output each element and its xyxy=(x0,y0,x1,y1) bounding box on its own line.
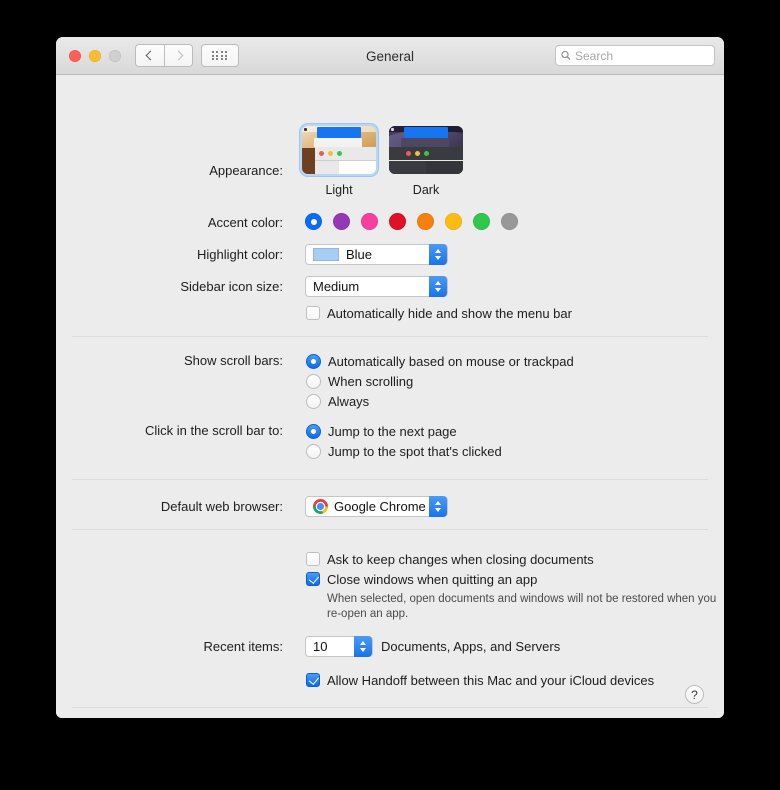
recent-items-suffix: Documents, Apps, and Servers xyxy=(381,639,561,654)
click-scroll-next-page[interactable]: Jump to the next page xyxy=(306,421,502,441)
accent-swatch-pink[interactable] xyxy=(361,213,378,230)
recent-items-label-wrap: Recent items: xyxy=(56,639,283,654)
dark-preview xyxy=(389,126,463,174)
search-field[interactable] xyxy=(555,45,715,66)
show-scroll-bars-label: Show scroll bars: xyxy=(184,353,283,368)
default-browser-popup[interactable]: Google Chrome xyxy=(305,496,448,517)
click-scroll-spot-clicked-radio[interactable] xyxy=(306,443,321,459)
accent-swatch-orange[interactable] xyxy=(417,213,434,230)
appearance-dark-caption: Dark xyxy=(412,183,440,197)
highlight-color-chip xyxy=(313,248,339,261)
handoff-checkbox[interactable] xyxy=(306,673,320,687)
handoff-row[interactable]: Allow Handoff between this Mac and your … xyxy=(306,670,654,690)
sidebar-icon-size-label-wrap: Sidebar icon size: xyxy=(56,279,283,294)
auto-hide-menubar-row[interactable]: Automatically hide and show the menu bar xyxy=(306,303,572,323)
scrollbar-when-scrolling-label: When scrolling xyxy=(328,373,414,389)
accent-swatch-green[interactable] xyxy=(473,213,490,230)
appearance-dark-thumbnail[interactable] xyxy=(386,123,466,177)
default-browser-stepper[interactable] xyxy=(429,496,447,517)
accent-color-label: Accent color: xyxy=(207,215,283,230)
highlight-color-value: Blue xyxy=(346,247,373,262)
click-scroll-next-page-label: Jump to the next page xyxy=(328,423,457,439)
light-preview xyxy=(302,126,376,174)
sidebar-icon-size-popup[interactable]: Medium xyxy=(305,276,448,297)
highlight-color-popup[interactable]: Blue xyxy=(305,244,448,265)
ask-keep-changes-label: Ask to keep changes when closing documen… xyxy=(327,551,594,567)
handoff-label: Allow Handoff between this Mac and your … xyxy=(327,672,655,688)
scrollbar-always-label: Always xyxy=(328,393,370,409)
click-scroll-bar-label: Click in the scroll bar to: xyxy=(145,423,283,438)
scrollbar-auto-label: Automatically based on mouse or trackpad xyxy=(328,353,574,369)
click-scroll-spot-clicked[interactable]: Jump to the spot that's clicked xyxy=(306,441,502,461)
close-windows-checkbox[interactable] xyxy=(306,572,320,586)
recent-items-label: Recent items: xyxy=(203,639,283,654)
show-scroll-bars-group[interactable]: Automatically based on mouse or trackpad… xyxy=(306,351,574,411)
auto-hide-menubar-checkbox[interactable] xyxy=(306,306,320,320)
close-windows-row[interactable]: Close windows when quitting an app xyxy=(306,569,537,589)
auto-hide-menubar-label: Automatically hide and show the menu bar xyxy=(327,305,572,321)
sidebar-icon-size-stepper[interactable] xyxy=(429,276,447,297)
accent-swatch-red[interactable] xyxy=(389,213,406,230)
system-preferences-window: General Appearance: xyxy=(56,37,724,718)
scrollbar-always-radio[interactable] xyxy=(306,393,321,409)
click-scroll-bar-label-wrap: Click in the scroll bar to: xyxy=(56,423,283,438)
divider-2 xyxy=(72,479,708,480)
close-windows-note: When selected, open documents and window… xyxy=(327,593,717,620)
appearance-light-caption: Light xyxy=(325,183,353,197)
ask-keep-changes-row[interactable]: Ask to keep changes when closing documen… xyxy=(306,549,594,569)
scrollbar-when-scrolling-radio[interactable] xyxy=(306,373,321,389)
window-titlebar: General xyxy=(56,37,724,75)
highlight-color-label-wrap: Highlight color: xyxy=(56,247,283,262)
recent-items-popup[interactable]: 10 xyxy=(305,636,373,657)
divider-3 xyxy=(72,529,708,530)
scrollbar-option-when-scrolling[interactable]: When scrolling xyxy=(306,371,574,391)
scrollbar-option-always[interactable]: Always xyxy=(306,391,574,411)
highlight-color-stepper[interactable] xyxy=(429,244,447,265)
default-browser-label: Default web browser: xyxy=(160,499,283,514)
recent-items-stepper[interactable] xyxy=(354,636,372,657)
search-icon xyxy=(561,50,571,61)
ask-keep-changes-checkbox[interactable] xyxy=(306,552,320,566)
scrollbar-option-auto[interactable]: Automatically based on mouse or trackpad xyxy=(306,351,574,371)
accent-color-label-wrap: Accent color: xyxy=(56,215,283,230)
preferences-content: Appearance: Light Dark Accent color: Hig… xyxy=(56,75,724,718)
accent-swatch-yellow[interactable] xyxy=(445,213,462,230)
appearance-label-wrap: Appearance: xyxy=(56,163,283,178)
appearance-option-dark[interactable]: Dark xyxy=(386,123,466,197)
default-browser-label-wrap: Default web browser: xyxy=(56,499,283,514)
accent-color-swatches[interactable] xyxy=(305,213,518,230)
recent-items-value: 10 xyxy=(313,639,328,654)
sidebar-icon-size-label: Sidebar icon size: xyxy=(180,279,283,294)
appearance-light-thumbnail[interactable] xyxy=(299,123,379,177)
accent-swatch-purple[interactable] xyxy=(333,213,350,230)
appearance-option-light[interactable]: Light xyxy=(299,123,379,197)
help-button[interactable]: ? xyxy=(685,685,704,704)
highlight-color-label: Highlight color: xyxy=(197,247,283,262)
chrome-icon xyxy=(313,499,328,514)
search-input[interactable] xyxy=(574,48,709,63)
sidebar-icon-size-value: Medium xyxy=(313,279,360,294)
default-browser-value: Google Chrome xyxy=(334,499,426,514)
accent-swatch-blue[interactable] xyxy=(305,213,322,230)
click-scroll-spot-clicked-label: Jump to the spot that's clicked xyxy=(328,443,502,459)
scrollbar-auto-radio[interactable] xyxy=(306,353,321,369)
show-scroll-bars-label-wrap: Show scroll bars: xyxy=(56,353,283,368)
divider-4 xyxy=(72,707,708,708)
accent-swatch-graphite[interactable] xyxy=(501,213,518,230)
divider-1 xyxy=(72,336,708,337)
appearance-label: Appearance: xyxy=(209,163,283,178)
click-scroll-bar-group[interactable]: Jump to the next page Jump to the spot t… xyxy=(306,421,502,461)
click-scroll-next-page-radio[interactable] xyxy=(306,423,321,439)
close-windows-label: Close windows when quitting an app xyxy=(327,571,538,587)
